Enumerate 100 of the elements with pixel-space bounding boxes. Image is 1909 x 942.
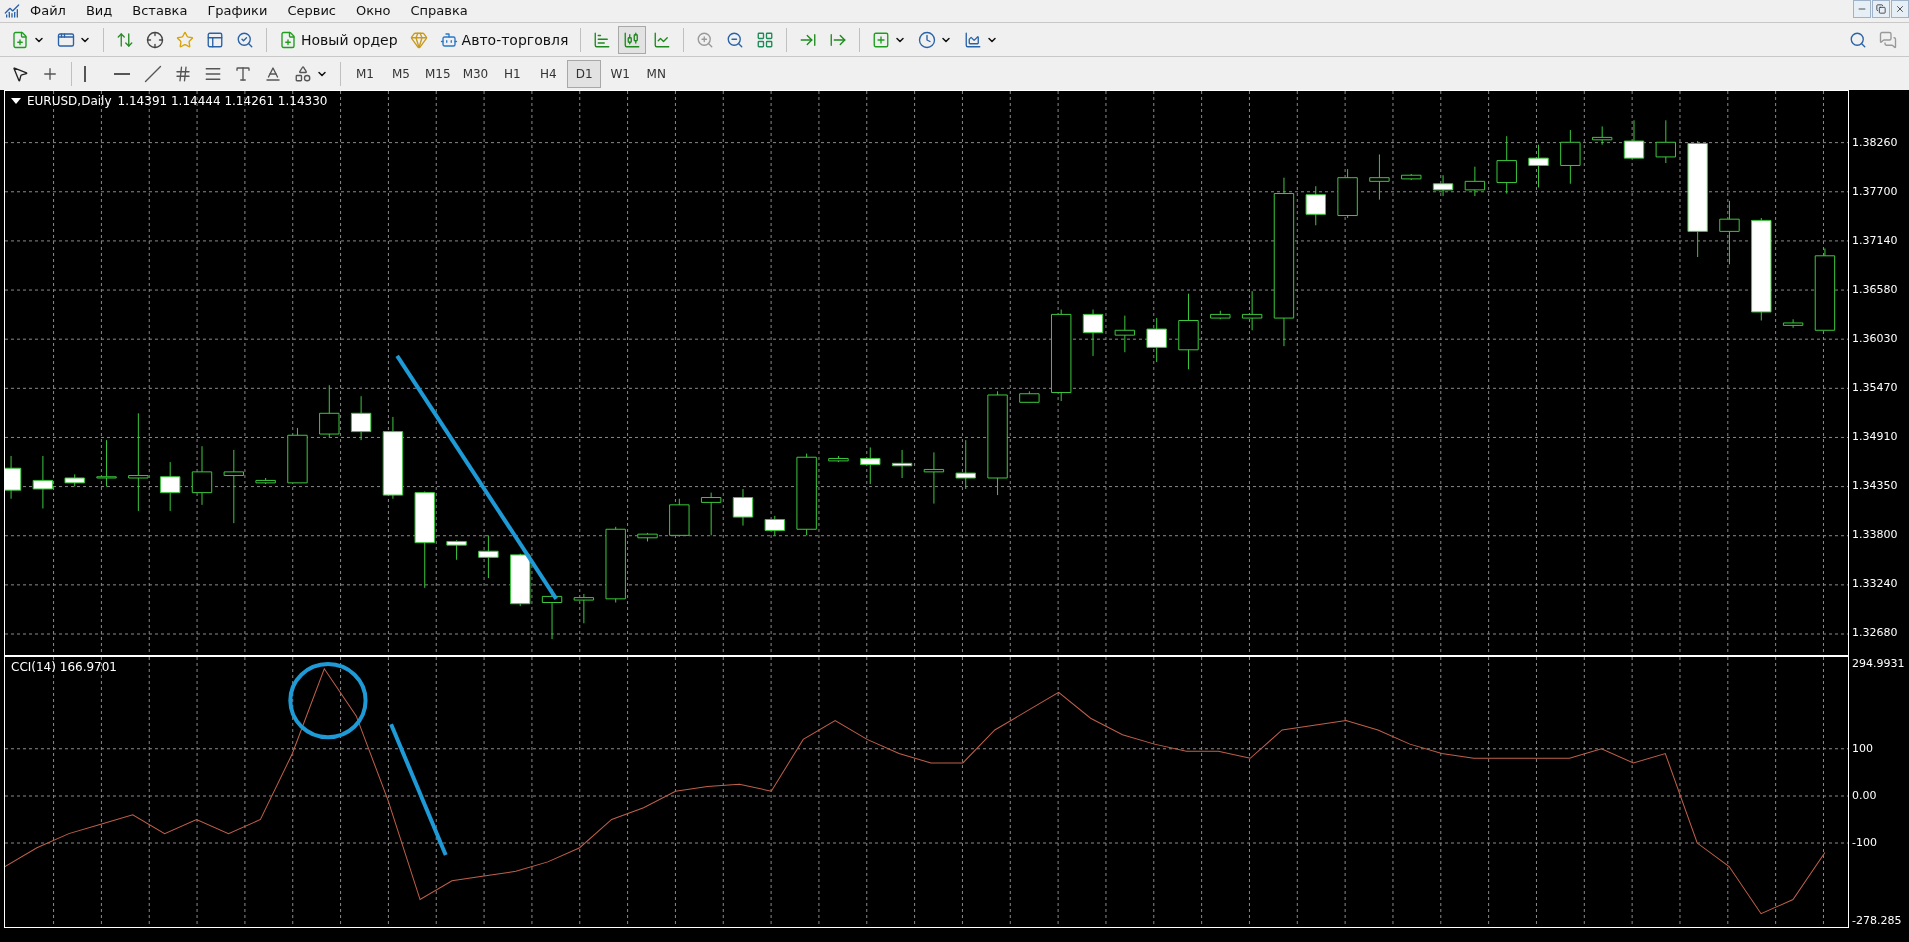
candle (1337, 168, 1358, 219)
quote-values: 1.14391 1.14444 1.14261 1.14330 (117, 94, 328, 108)
candle (1210, 310, 1231, 320)
candle (478, 534, 499, 579)
candle (1655, 119, 1677, 164)
bar-chart-icon (593, 30, 612, 49)
indicator-level-label: 0.00 (1852, 788, 1877, 803)
candle (1114, 315, 1136, 353)
search-icon (1849, 30, 1867, 49)
square-plus-icon (872, 30, 891, 49)
candle (1719, 200, 1740, 265)
line-chart-icon (653, 30, 672, 49)
timeframe-button[interactable]: D1 (567, 59, 602, 88)
cursor-icon (11, 64, 29, 83)
candle (891, 449, 913, 479)
shapes-icon (294, 64, 312, 83)
restore-button[interactable] (1872, 0, 1890, 18)
indicator-level-label: -100 (1852, 836, 1877, 851)
menu-item[interactable]: Графики (197, 1, 278, 21)
symbol-label: EURUSD,Daily (27, 94, 112, 108)
menu-item[interactable]: Окно (346, 1, 401, 21)
candle (255, 477, 276, 485)
candle (1146, 317, 1167, 363)
chart-icon (964, 30, 983, 49)
menu-item[interactable]: Справка (400, 1, 478, 21)
zoom-in-icon (696, 30, 715, 49)
candle (637, 532, 658, 542)
candle (541, 588, 563, 640)
app-icon (4, 3, 20, 19)
file-plus-icon (279, 30, 297, 49)
restore-icon (1876, 4, 1886, 14)
up-down-arrows-icon (116, 30, 134, 49)
candle (319, 384, 340, 439)
timeframe-button[interactable]: M15 (420, 59, 456, 88)
channel-icon (174, 64, 192, 83)
candle (1369, 154, 1390, 201)
timeframe-button[interactable]: MN (639, 59, 674, 88)
window-icon (57, 30, 75, 49)
price-label: 1.35470 (1852, 381, 1898, 395)
timeframe-button[interactable]: M5 (384, 59, 418, 88)
candle (1496, 135, 1517, 195)
candle (96, 439, 117, 488)
indicator-title: CCI(14) 166.9701 (11, 660, 117, 674)
text-icon (234, 64, 252, 83)
candle (510, 553, 531, 607)
candle (1623, 119, 1645, 159)
candle (1432, 174, 1454, 197)
candle (1560, 129, 1581, 185)
price-label: 1.36030 (1852, 332, 1898, 346)
candle (669, 498, 690, 538)
file-plus-icon (11, 30, 29, 49)
candle (828, 455, 849, 463)
new-order-button[interactable]: Новый ордер (274, 25, 403, 54)
candle (32, 455, 54, 509)
panel-icon (206, 30, 224, 49)
candle (573, 593, 595, 624)
menu-item[interactable]: Вставка (122, 1, 198, 21)
indicator-level-label: 294.9931 (1852, 657, 1905, 671)
menu-item[interactable]: Вид (75, 1, 123, 21)
indicator-level-label: -278.285 (1852, 914, 1902, 928)
vertical-line-icon (84, 65, 86, 82)
close-button[interactable] (1891, 0, 1909, 18)
timeframe-button[interactable]: M1 (348, 59, 382, 88)
gem-icon (409, 30, 428, 49)
price-label: 1.32680 (1852, 626, 1898, 640)
trend-line-icon (144, 64, 162, 83)
timeframe-button[interactable]: W1 (603, 59, 638, 88)
magnifier-icon (236, 30, 254, 49)
candle (1401, 173, 1422, 181)
horizontal-line-icon (114, 72, 130, 75)
candle (700, 492, 722, 536)
chart-type-button[interactable] (618, 25, 647, 54)
star-icon (176, 30, 194, 49)
price-label: 1.36580 (1852, 283, 1898, 297)
menu-item[interactable]: Файл (20, 1, 76, 21)
candlestick-icon (623, 30, 642, 49)
candle (350, 395, 372, 441)
timeframe-button[interactable]: M30 (457, 59, 494, 88)
auto-trading-button[interactable]: Авто-торговля (434, 25, 574, 54)
candle (1082, 309, 1104, 357)
candle (732, 488, 754, 527)
close-icon (1895, 4, 1905, 14)
crosshair-icon (146, 30, 164, 49)
indicator-level-label: 100 (1852, 741, 1873, 756)
candle (764, 515, 785, 536)
candle (1782, 318, 1804, 329)
timeframe-button[interactable]: H1 (495, 59, 530, 88)
dropdown-triangle-icon[interactable] (11, 98, 21, 104)
candle (860, 446, 881, 485)
clock-icon (918, 30, 937, 49)
price-label: 1.37140 (1852, 234, 1898, 248)
candle (446, 539, 467, 561)
candle (64, 473, 85, 488)
menu-item[interactable]: Сервис (277, 1, 346, 21)
candle (1019, 390, 1040, 403)
timeframe-button[interactable]: H4 (531, 59, 566, 88)
candle (287, 427, 308, 484)
chat-icon (1879, 30, 1897, 49)
price-label: 1.38260 (1852, 136, 1898, 150)
zoom-out-icon (726, 30, 745, 49)
